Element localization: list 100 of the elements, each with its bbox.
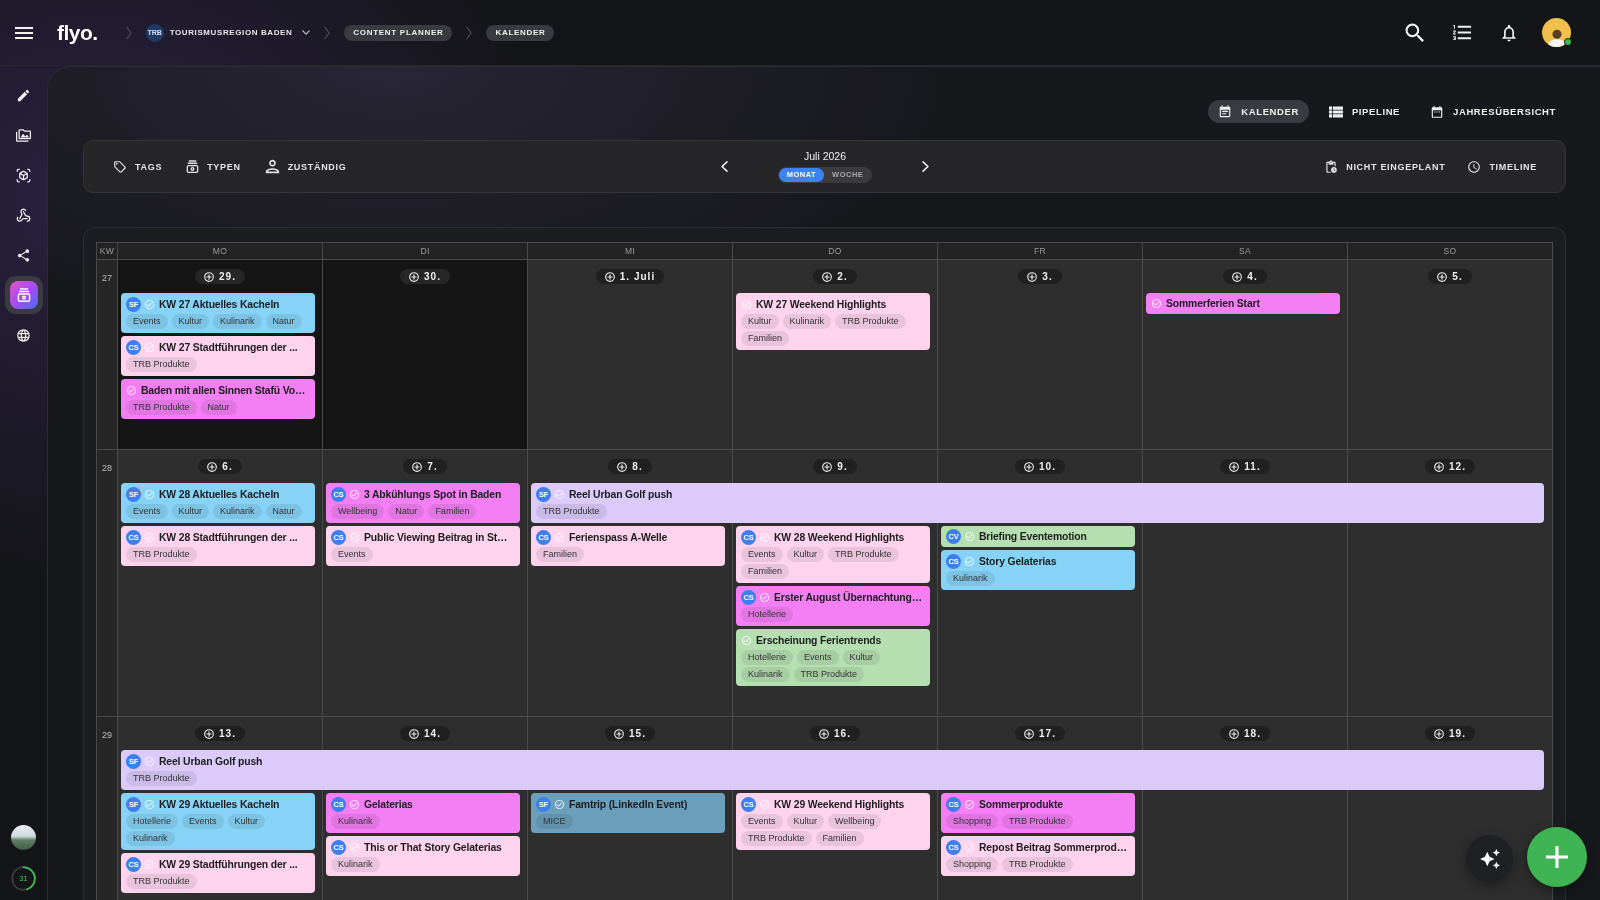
sidebar-item[interactable] (4, 276, 43, 314)
add-circle-icon (604, 271, 615, 282)
tray-icon (9, 281, 38, 309)
event-tag: Hotellerie (741, 650, 794, 665)
weekday-header: SA (1143, 243, 1347, 259)
event-title: Repost Beitrag Sommerprod… (979, 840, 1127, 855)
clipboard-clock-icon (1324, 159, 1339, 174)
event-card[interactable]: Sommerferien Start (1146, 293, 1340, 314)
event-title: Briefing Eventemotion (979, 529, 1087, 544)
event-tag: Familien (815, 831, 864, 846)
add-circle-icon (1437, 271, 1448, 282)
tray-icon (186, 160, 200, 173)
view-tab[interactable]: JAHRESÜBERSICHT (1420, 100, 1566, 123)
search-button[interactable] (1404, 21, 1426, 44)
event-tag: Wellbeing (331, 504, 385, 519)
event-title: Reel Urban Golf push (569, 487, 673, 502)
calendar-icon (1430, 104, 1445, 119)
user-avatar[interactable] (1542, 18, 1571, 47)
week-number-cell: 28 (97, 450, 117, 716)
event-tag: MICE (536, 814, 573, 829)
date-add-button[interactable]: 7. (403, 459, 447, 474)
date-add-button[interactable]: 29. (195, 269, 245, 284)
event-card[interactable]: KW 27 Weekend Highlights Kultur Kulinarik TRB Produkte Familien (736, 293, 930, 350)
event-tag: TRB Produkte (126, 400, 197, 415)
add-circle-icon (1024, 461, 1035, 472)
event-title: KW 29 Aktuelles Kacheln (159, 797, 280, 812)
action-button[interactable]: NICHT EINGEPLANT (1318, 155, 1452, 178)
add-circle-icon (409, 271, 420, 282)
date-add-button[interactable]: 18. (1220, 726, 1270, 741)
logo[interactable]: flyo. (57, 20, 98, 45)
event-tag: Natur (265, 504, 302, 519)
month-title: Juli 2026 (803, 150, 846, 163)
list-icon (1328, 104, 1343, 119)
numbered-list-icon (1452, 23, 1472, 42)
date-add-button[interactable]: 5. (1428, 269, 1472, 284)
breadcrumb-link[interactable]: CONTENT PLANNER (344, 24, 453, 41)
date-add-button[interactable]: 2. (813, 269, 857, 284)
date-add-button[interactable]: 4. (1223, 269, 1267, 284)
event-tag: Natur (200, 400, 237, 415)
date-add-button[interactable]: 10. (1015, 459, 1065, 474)
event-card[interactable]: Erscheinung Ferientrends Hotellerie Events Kultur Kulinarik TRB Produkte (736, 629, 930, 686)
event-title: KW 27 Aktuelles Kacheln (159, 297, 280, 312)
date-add-button[interactable]: 9. (813, 459, 857, 474)
bell-icon (1499, 22, 1519, 43)
event-title: KW 28 Weekend Highlights (774, 530, 905, 545)
event-tag: Kulinarik (126, 831, 175, 846)
week-number-cell: 29 (97, 717, 117, 900)
view-tab[interactable]: KALENDER (1208, 100, 1309, 123)
date-add-button[interactable]: 3. (1018, 269, 1062, 284)
add-circle-icon (1229, 461, 1240, 472)
event-title: Gelaterias (364, 797, 413, 812)
event-tag: Events (126, 314, 168, 329)
event-title: Story Gelaterias (979, 554, 1057, 569)
weekday-header: DI (323, 243, 527, 259)
add-circle-icon (822, 271, 833, 282)
event-tag: Shopping (946, 857, 999, 872)
chevron-right-icon (125, 25, 132, 40)
pencil-icon (16, 87, 31, 103)
date-add-button[interactable]: 1. Juli (595, 269, 665, 284)
event-tag: TRB Produkte (536, 504, 607, 519)
date-add-button[interactable]: 16. (810, 726, 860, 741)
photo-placeholder[interactable] (11, 825, 36, 850)
add-circle-icon (412, 461, 423, 472)
event-title: Erscheinung Ferientrends (756, 633, 882, 648)
search-icon (1405, 22, 1425, 43)
add-circle-icon (204, 728, 215, 739)
filter-button[interactable]: TYPEN (180, 156, 247, 177)
calendar-icon (1218, 104, 1233, 119)
event-title: Reel Urban Golf push (159, 754, 263, 769)
date-add-button[interactable]: 14. (400, 726, 450, 741)
add-circle-icon (1024, 728, 1035, 739)
date-add-button[interactable]: 15. (605, 726, 655, 741)
date-add-button[interactable]: 11. (1220, 459, 1270, 474)
filter-button[interactable]: ZUSTÄNDIG (258, 155, 353, 178)
date-add-button[interactable]: 19. (1425, 726, 1475, 741)
sparkles-icon (1479, 848, 1500, 869)
event-tag: Kulinarik (213, 504, 262, 519)
event-tag: TRB Produkte (835, 314, 906, 329)
weekday-header: MI (528, 243, 732, 259)
tag-icon (113, 159, 127, 174)
filter-button[interactable]: TAGS (107, 155, 169, 178)
event-tag: TRB Produkte (741, 831, 812, 846)
date-add-button[interactable]: 6. (198, 459, 242, 474)
globe-icon (16, 327, 31, 343)
action-button[interactable]: TIMELINE (1461, 155, 1543, 178)
date-add-button[interactable]: 30. (400, 269, 450, 284)
event-tag: Familien (428, 504, 477, 519)
event-tag: Familien (536, 547, 584, 562)
date-add-button[interactable]: 8. (608, 459, 652, 474)
date-add-button[interactable]: 13. (195, 726, 245, 741)
event-tag: Familien (741, 564, 789, 579)
plus-icon (1546, 846, 1568, 868)
breadcrumb-link[interactable]: KALENDER (486, 24, 555, 41)
view-tab[interactable]: PIPELINE (1318, 100, 1411, 123)
event-tag: Kultur (741, 314, 779, 329)
chevron-right-icon (324, 25, 331, 40)
date-add-button[interactable]: 12. (1425, 459, 1475, 474)
event-tag: Kultur (786, 547, 825, 562)
event-card[interactable]: Baden mit allen Sinnen Stafü Vo… TRB Produkte Natur (121, 379, 315, 419)
date-add-button[interactable]: 17. (1015, 726, 1065, 741)
